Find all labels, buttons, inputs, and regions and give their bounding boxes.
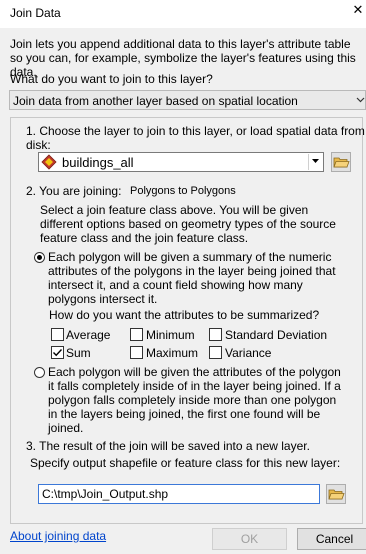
checkmark-icon [53,349,63,357]
output-spec-label: Specify output shapefile or feature clas… [30,456,341,470]
folder-icon [333,157,350,168]
checkbox-minimum-label: Minimum [146,328,195,342]
checkbox-standard-deviation-label: Standard Deviation [225,328,328,342]
checkbox-variance[interactable] [209,346,222,359]
browse-layer-button[interactable] [331,152,351,172]
dropdown-arrow-icon[interactable] [308,154,322,170]
checkbox-average[interactable] [51,328,64,341]
step3-label: 3. The result of the join will be saved … [26,439,310,453]
join-type-value: Join data from another layer based on sp… [13,94,298,108]
output-path-value: C:\tmp\Join_Output.shp [42,487,169,501]
checkbox-average-label: Average [66,328,111,342]
checkbox-maximum-label: Maximum [146,346,199,360]
step2-description: Select a join feature class above. You w… [40,203,336,245]
option-inside-text: Each polygon will be given the attribute… [48,365,341,435]
checkbox-minimum[interactable] [130,328,143,341]
window-title: Join Data [10,6,61,20]
checkbox-variance-label: Variance [225,346,272,360]
checkbox-maximum[interactable] [130,346,143,359]
layer-icon [41,154,57,170]
summarize-question: How do you want the attributes to be sum… [49,308,320,322]
browse-output-button[interactable] [326,484,346,504]
join-question-label: What do you want to join to this layer? [10,72,213,86]
step2-label: 2. You are joining: [26,184,122,198]
checkbox-sum[interactable] [51,346,64,359]
chevron-down-icon[interactable] [355,91,366,109]
about-joining-link[interactable]: About joining data [10,529,106,543]
radio-inside[interactable] [34,367,45,378]
joining-value: Polygons to Polygons [130,185,236,197]
folder-icon [328,489,345,500]
ok-button[interactable]: OK [212,528,287,550]
option-summary-text: Each polygon will be given a summary of … [48,250,336,306]
checkbox-standard-deviation[interactable] [209,328,222,341]
step1-label: 1. Choose the layer to join to this laye… [26,124,365,152]
radio-summary[interactable] [34,252,45,263]
close-icon[interactable]: ✕ [352,3,364,17]
checkbox-sum-label: Sum [66,346,91,360]
layer-value: buildings_all [62,155,134,170]
cancel-button[interactable]: Cancel [297,528,366,550]
